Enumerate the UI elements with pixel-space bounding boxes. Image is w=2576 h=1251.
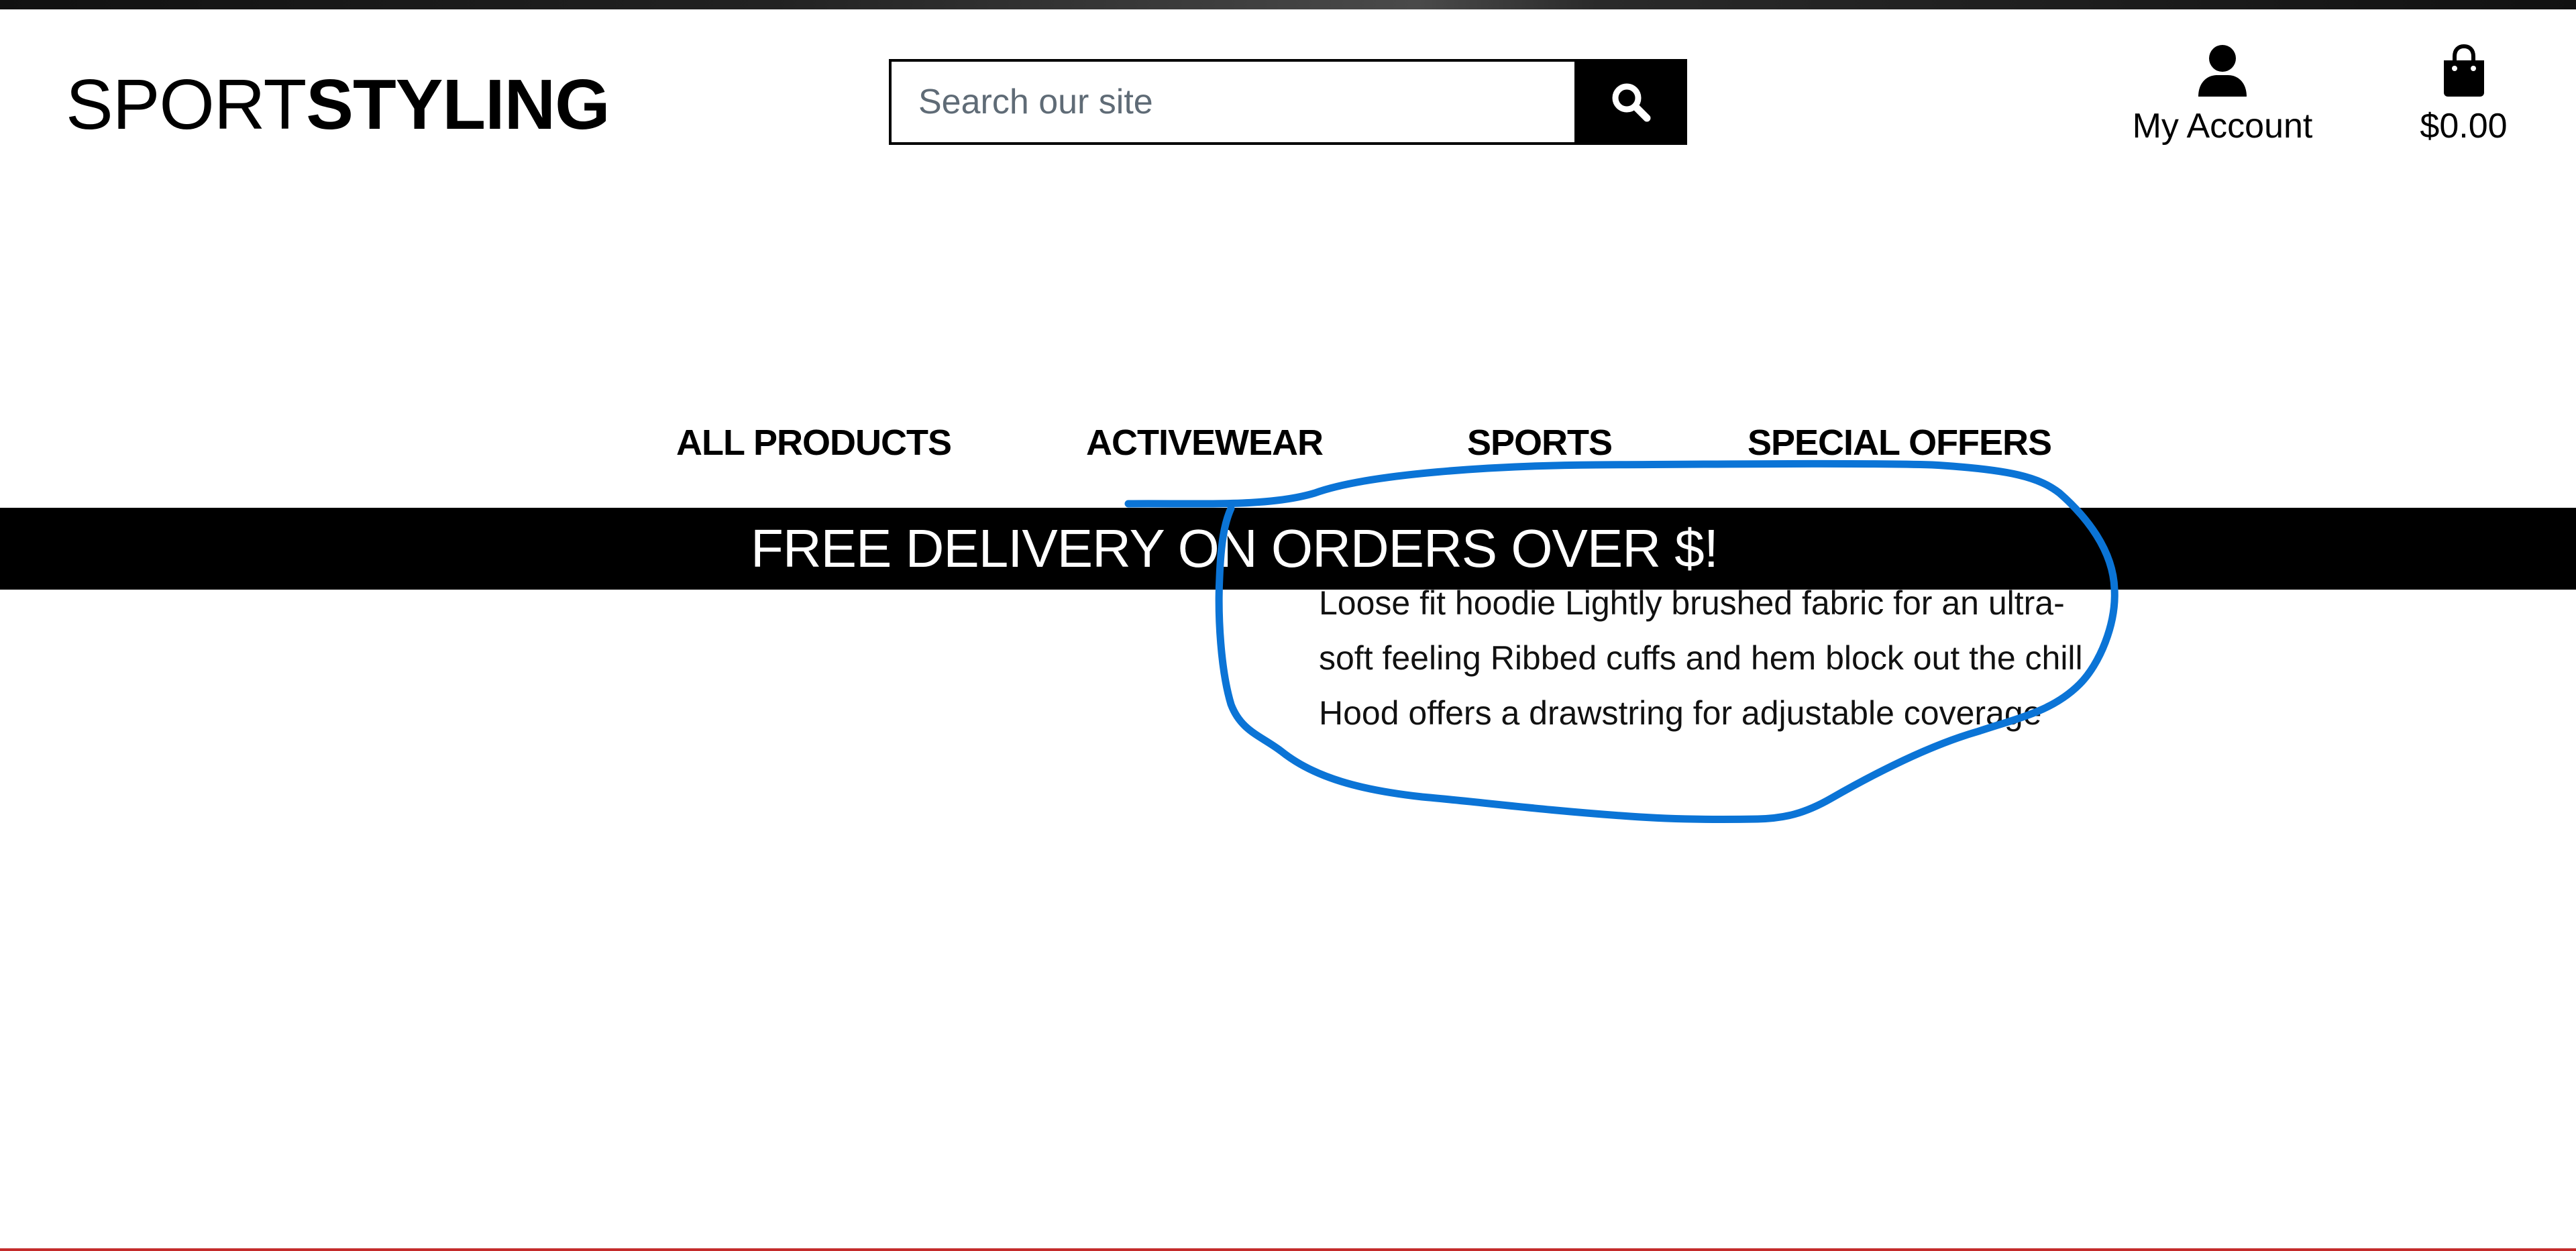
- search-icon: [1612, 83, 1651, 122]
- nav-activewear[interactable]: ACTIVEWEAR: [1086, 416, 1324, 470]
- site-logo[interactable]: SPORTSTYLING: [66, 64, 610, 145]
- delivery-banner: FREE DELIVERY ON ORDERS OVER $!: [0, 508, 2576, 590]
- nav-special-offers[interactable]: SPECIAL OFFERS: [1748, 416, 2052, 470]
- my-account-label: My Account: [2132, 107, 2313, 146]
- logo-sport: SPORT: [66, 65, 307, 144]
- main-nav: ALL PRODUCTS ACTIVEWEAR SPORTS SPECIAL O…: [0, 416, 2576, 470]
- hand-drawn-annotation: [1124, 459, 2118, 824]
- search-form: [889, 59, 1687, 145]
- product-description: Loose fit hoodie Lightly brushed fabric …: [1319, 584, 2083, 732]
- page: SPORTSTYLING My Account: [0, 0, 2576, 1251]
- search-input[interactable]: [889, 59, 1574, 145]
- cart-total: $0.00: [2420, 107, 2508, 146]
- nav-sports[interactable]: SPORTS: [1467, 416, 1613, 470]
- delivery-banner-text: FREE DELIVERY ON ORDERS OVER $!: [750, 519, 1719, 578]
- bottom-border: [0, 1248, 2576, 1251]
- logo-styling: STYLING: [306, 65, 610, 144]
- shopping-bag-link[interactable]: $0.00: [2405, 44, 2522, 148]
- top-strip: [0, 0, 2576, 9]
- nav-all-products[interactable]: ALL PRODUCTS: [676, 416, 952, 470]
- my-account-link[interactable]: My Account: [2125, 44, 2320, 148]
- search-button[interactable]: [1574, 59, 1687, 145]
- user-icon: [2198, 45, 2247, 97]
- shopping-bag-icon: [2443, 44, 2484, 97]
